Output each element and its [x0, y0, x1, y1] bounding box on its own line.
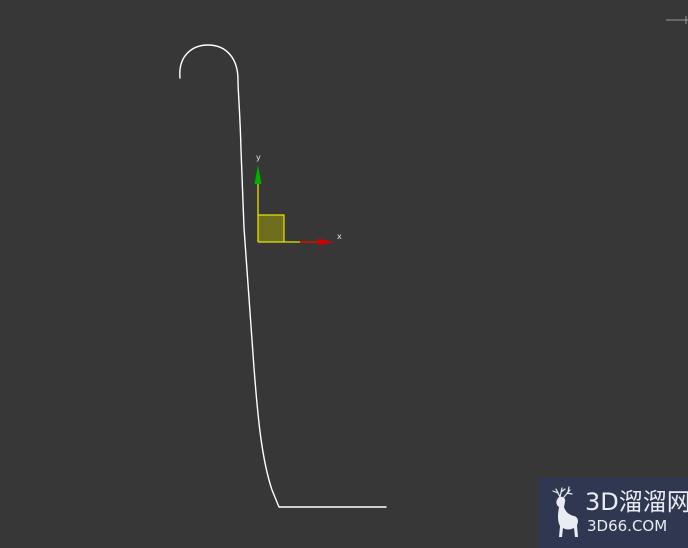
- spline-shape[interactable]: [179, 44, 387, 508]
- watermark-title: 3D溜溜网: [585, 488, 688, 516]
- viewport[interactable]: x y 3D溜溜网 3D66.COM: [0, 0, 688, 548]
- y-axis-label: y: [256, 153, 261, 162]
- deer-icon: [552, 486, 578, 537]
- viewcube-icon[interactable]: [666, 16, 688, 24]
- watermark: 3D溜溜网 3D66.COM: [538, 477, 688, 548]
- watermark-url: 3D66.COM: [587, 517, 668, 535]
- y-axis-arrow-icon[interactable]: [254, 165, 262, 184]
- x-axis-label: x: [337, 232, 342, 241]
- transform-gizmo[interactable]: x y: [254, 153, 343, 246]
- viewport-scene: x y: [179, 44, 387, 508]
- x-axis-arrow-icon[interactable]: [318, 238, 334, 246]
- xy-plane-handle[interactable]: [258, 215, 284, 242]
